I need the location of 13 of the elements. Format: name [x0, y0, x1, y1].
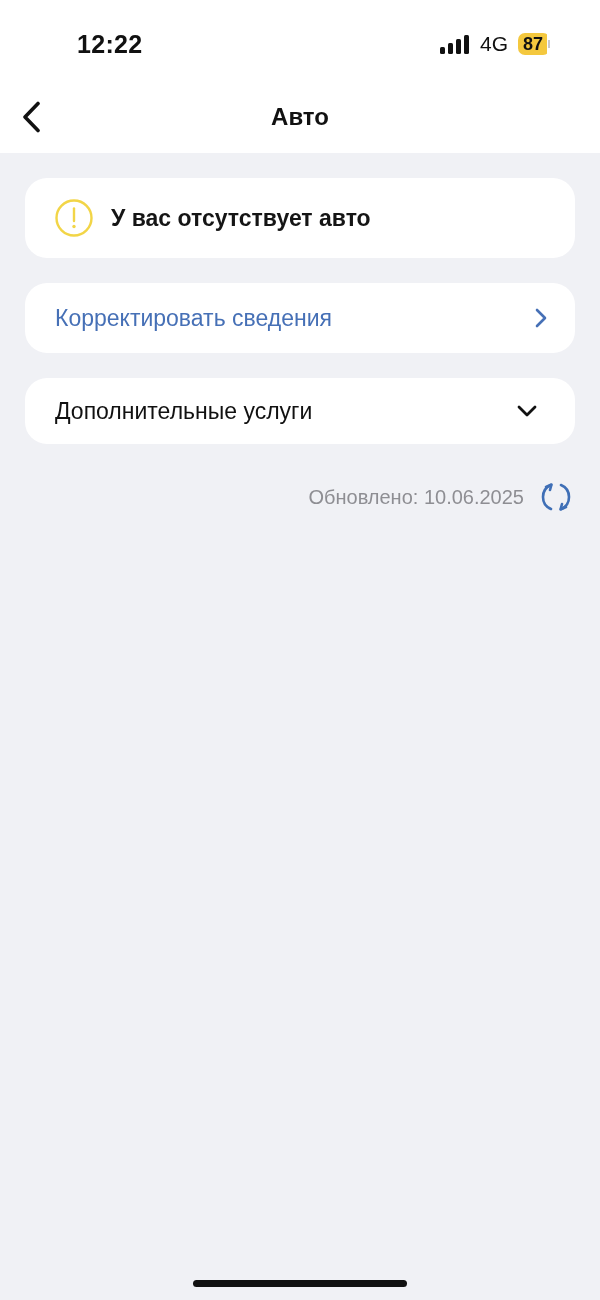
signal-icon: [439, 34, 470, 54]
network-type: 4G: [479, 32, 508, 56]
status-time: 12:22: [77, 29, 143, 59]
screen-title: Авто: [271, 102, 329, 131]
link-row[interactable]: Корректировать сведения: [25, 283, 575, 353]
notice-text: У вас отсутствует авто: [111, 204, 371, 232]
back-icon[interactable]: [22, 100, 41, 133]
warning-icon: [55, 199, 93, 237]
updated-date-text: Обновлено: 10.06.2025: [308, 485, 524, 509]
refresh-icon[interactable]: [540, 480, 572, 514]
chevron-right-icon: [535, 308, 547, 328]
dropdown-row[interactable]: Дополнительные услуги: [25, 378, 575, 444]
battery-indicator: 87: [517, 33, 550, 55]
